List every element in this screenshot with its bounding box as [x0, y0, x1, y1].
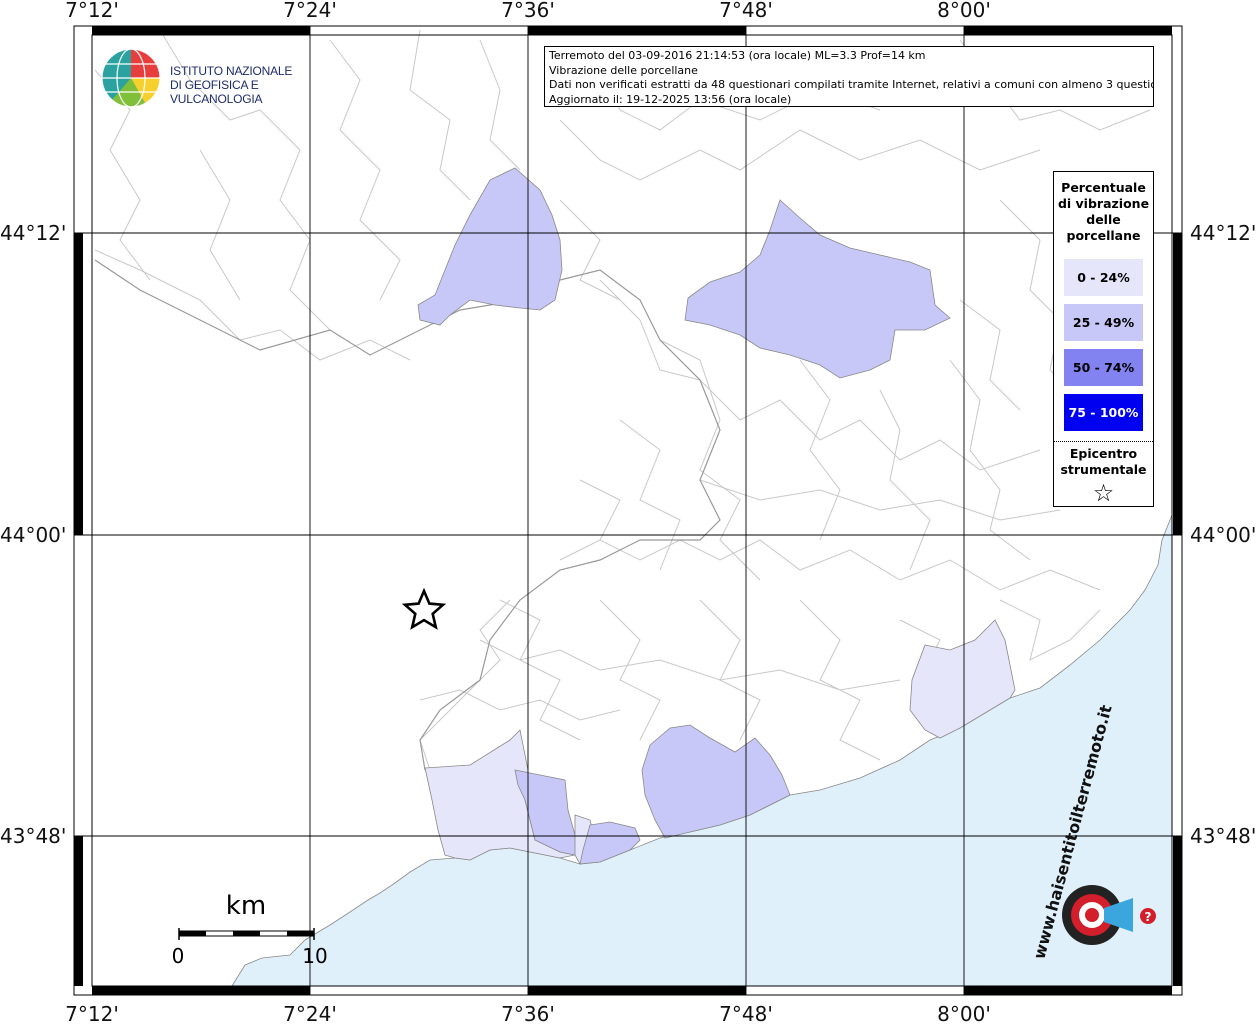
lon-label-bottom-3: 7°36' — [501, 1002, 555, 1024]
lat-label-left-3: 43°48' — [0, 824, 66, 848]
epicenter-star — [401, 587, 447, 630]
legend-epicenter-line: strumentale — [1060, 462, 1147, 477]
lat-label-left-1: 44°12' — [0, 221, 66, 245]
legend-title-line: delle — [1086, 212, 1121, 227]
lon-label-bottom-1: 7°12' — [65, 1002, 119, 1024]
legend: Percentuale di vibrazione delle porcella… — [1053, 171, 1154, 507]
event-title: Terremoto del 03-09-2016 21:14:53 (ora l… — [549, 49, 926, 62]
municipality-north-east — [684, 199, 951, 379]
lon-label-top-3: 7°36' — [501, 0, 555, 22]
legend-class-25-49: 25 - 49% — [1064, 304, 1143, 341]
legend-title-line: Percentuale — [1061, 180, 1146, 195]
lat-label-right-1: 44°12' — [1190, 221, 1256, 245]
region-boundary — [94, 259, 721, 771]
scale-start: 0 — [172, 944, 185, 968]
municipality-north-west — [417, 167, 563, 326]
lat-label-right-2: 44°00' — [1190, 523, 1256, 547]
event-note: Dati non verificati estratti da 48 quest… — [549, 78, 1154, 92]
scale-unit: km — [226, 891, 266, 921]
lon-label-top-2: 7°24' — [283, 0, 337, 22]
scale-bar: km 0 10 — [172, 891, 328, 968]
lat-label-left-2: 44°00' — [0, 523, 66, 547]
lon-label-bottom-2: 7°24' — [283, 1002, 337, 1024]
lon-label-top-5: 8°00' — [937, 0, 991, 22]
lon-label-top-4: 7°48' — [719, 0, 773, 22]
legend-title-line: porcellane — [1066, 228, 1141, 243]
ingv-logo: ISTITUTO NAZIONALE DI GEOFISICA E VULCAN… — [100, 46, 310, 110]
event-subtitle: Vibrazione delle porcellane — [549, 63, 698, 77]
ingv-line-2: DI GEOFISICA E VULCANOLOGIA — [170, 78, 263, 106]
ingv-globe-icon — [101, 48, 161, 108]
scale-end: 10 — [302, 944, 327, 968]
lon-label-bottom-5: 8°00' — [937, 1002, 991, 1024]
legend-star-icon: ☆ — [1092, 479, 1115, 507]
legend-title: Percentuale di vibrazione delle porcella… — [1054, 180, 1153, 244]
legend-epicenter-line: Epicentro — [1069, 446, 1138, 461]
event-info-box: Terremoto del 03-09-2016 21:14:53 (ora l… — [544, 46, 1154, 107]
legend-class-0-24: 0 - 24% — [1064, 259, 1143, 296]
lon-label-top-1: 7°12' — [65, 0, 119, 22]
ingv-line-1: ISTITUTO NAZIONALE — [170, 64, 293, 78]
legend-class-75-100: 75 - 100% — [1064, 394, 1143, 431]
event-updated: Aggiornato il: 19-12-2025 13:56 (ora loc… — [549, 92, 792, 106]
legend-separator — [1054, 441, 1153, 442]
svg-text:?: ? — [1145, 910, 1152, 924]
legend-class-50-74: 50 - 74% — [1064, 349, 1143, 386]
lat-label-right-3: 43°48' — [1190, 824, 1256, 848]
legend-title-line: di vibrazione — [1057, 196, 1150, 211]
map-canvas: km 0 10 7°12' 7°24' 7°36' 7°48' 8°00' 7°… — [0, 0, 1256, 1024]
legend-epicenter-label: Epicentro strumentale — [1054, 446, 1153, 478]
lon-label-bottom-4: 7°48' — [719, 1002, 773, 1024]
